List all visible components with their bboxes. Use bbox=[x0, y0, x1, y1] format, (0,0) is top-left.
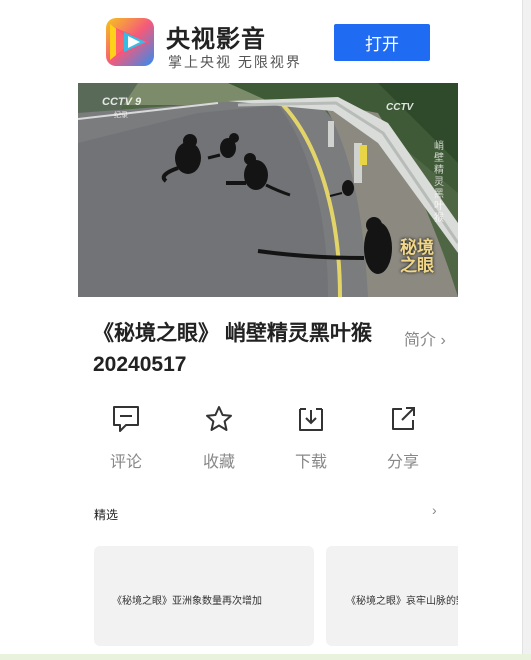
intro-link[interactable]: 简介 › bbox=[404, 326, 446, 350]
featured-card-list[interactable]: 《秘境之眼》亚洲象数量再次增加 《秘境之眼》哀牢山脉的野 bbox=[94, 546, 458, 648]
page-right-edge bbox=[522, 0, 531, 660]
app-banner: 央视影音 掌上央视 无限视界 打开 bbox=[78, 0, 458, 80]
comment-label: 评论 bbox=[109, 454, 142, 471]
featured-card-title: 《秘境之眼》哀牢山脉的野 bbox=[346, 596, 458, 607]
app-slogan: 掌上央视 无限视界 bbox=[168, 54, 302, 70]
app-logo-icon bbox=[106, 18, 154, 66]
favorite-label: 收藏 bbox=[202, 454, 235, 471]
video-vertical-caption: 峭壁精灵黑叶猴 bbox=[434, 141, 444, 224]
open-app-button[interactable]: 打开 bbox=[334, 24, 430, 61]
featured-card[interactable]: 《秘境之眼》哀牢山脉的野 bbox=[326, 546, 458, 646]
star-icon bbox=[206, 406, 232, 431]
share-label: 分享 bbox=[386, 454, 419, 471]
bottom-band bbox=[0, 654, 531, 660]
featured-more-arrow[interactable]: › bbox=[432, 502, 437, 518]
download-icon bbox=[299, 408, 323, 431]
cctv-left-watermark-sub: 纪录 bbox=[114, 112, 128, 119]
download-label: 下载 bbox=[294, 454, 327, 471]
program-logo: 秘境之眼 bbox=[400, 238, 434, 276]
share-icon bbox=[392, 407, 415, 430]
app-name: 央视影音 bbox=[166, 26, 266, 53]
featured-card-title: 《秘境之眼》亚洲象数量再次增加 bbox=[112, 596, 262, 607]
share-button[interactable]: 分享 bbox=[373, 404, 433, 472]
featured-section-title: 精选 bbox=[94, 508, 119, 522]
video-title: 《秘境之眼》 峭壁精灵黑叶猴 20240517 bbox=[93, 322, 372, 376]
comment-button[interactable]: 评论 bbox=[96, 404, 156, 472]
download-button[interactable]: 下载 bbox=[281, 404, 341, 472]
cctv-left-watermark: CCTV 9 bbox=[102, 96, 142, 108]
featured-card[interactable]: 《秘境之眼》亚洲象数量再次增加 bbox=[94, 546, 314, 646]
cctv-right-watermark: CCTV bbox=[386, 102, 414, 113]
comment-icon bbox=[113, 406, 139, 432]
video-player[interactable]: CCTV 9 纪录 CCTV 峭壁精灵黑叶猴 秘境之眼 bbox=[78, 83, 458, 297]
favorite-button[interactable]: 收藏 bbox=[189, 404, 249, 472]
